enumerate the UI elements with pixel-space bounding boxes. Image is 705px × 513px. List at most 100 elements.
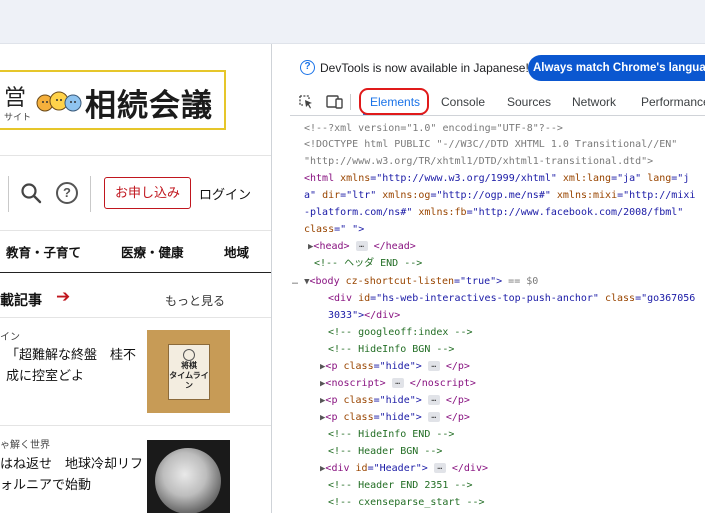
article-thumbnail[interactable]: 将棋 タイムライン [147,330,230,413]
apply-button[interactable]: お申し込み [104,177,191,209]
attr-name: dir [316,190,341,201]
crest-icon [183,349,195,361]
section-title[interactable]: 載記事 [0,290,42,310]
dom-node-html-cont: -platform.com/ns#" xmlns:fb="http://www.… [304,204,683,221]
tag-name: </p> [445,412,470,423]
dom-node-comment[interactable]: <!-- HideInfo BGN --> [328,341,454,358]
ellipsis-icon[interactable]: … [427,395,440,405]
dom-node-comment[interactable]: <!-- Header BGN --> [328,443,442,460]
attr-name: cz-shortcut-listen [339,276,454,287]
attr-name: id [352,293,371,304]
attr-name: class [337,361,374,372]
attr-value: -platform.com/ns#" [304,207,413,218]
dom-node-body[interactable]: … ▼<body cz-shortcut-listen="true"> == $… [292,273,538,291]
dom-node-p[interactable]: ▶<p class="hide"> … </p> [320,409,470,427]
site-logo-banner[interactable]: 営 サイト 相続会議 [0,70,226,130]
tag-name: <p [325,395,338,406]
attr-name: class [598,293,636,304]
row-menu-icon[interactable]: … [292,276,298,287]
attr-value: ="ltr" [340,190,377,201]
attr-name: class [304,224,335,235]
attr-value: 3033"> [328,310,365,321]
attr-value: =" "> [334,224,365,235]
dom-node-html-cont: class=" "> [304,221,364,238]
article-headline[interactable]: 「超難解な終盤 桂不成に控室どよ [6,344,146,386]
ellipsis-icon[interactable]: … [433,463,446,473]
dom-node-comment[interactable]: <!-- googleoff:index --> [328,324,473,341]
devtools-panel: ? DevTools is now available in Japanese!… [290,44,705,513]
dom-tree: <!--?xml version="1.0" encoding="UTF-8"?… [290,120,705,513]
tag-name: </noscript> [409,378,476,389]
tag-name: <div [328,293,353,304]
ellipsis-icon[interactable]: … [427,412,440,422]
dom-node-div[interactable]: ▶<div id="Header"> … </div> [320,460,488,478]
attr-value: ="http://www.w3.org/1999/xhtml" [370,173,557,184]
dom-node-div[interactable]: <div id="hs-web-interactives-top-push-an… [328,290,695,307]
attr-value: ="http://ogp.me/ns#" [430,190,551,201]
device-toolbar-icon[interactable] [326,94,343,109]
tag-name: </p> [445,395,470,406]
annotation-highlight [359,88,429,115]
dom-node-comment[interactable]: <!-- HideInfo END --> [328,426,454,443]
attr-value: ="ja" [611,173,642,184]
search-icon[interactable] [20,182,42,204]
attr-value: ="http://www.facebook.com/2008/fbml" [466,207,684,218]
more-link[interactable]: もっと見る [165,292,225,309]
attr-name: xmlns:mixi [550,190,618,201]
devtools-resize-gutter[interactable] [272,44,290,513]
arrow-right-icon[interactable]: ➔ [56,287,70,307]
logo-fragment: 営 [4,86,27,111]
attr-value: ="j [671,173,690,184]
login-link[interactable]: ログイン [199,184,251,203]
tag-name: <head> [313,241,350,252]
divider [90,176,91,212]
tag-name: </p> [445,361,470,372]
category-nav: 教育・子育て 医療・健康 地域 [0,238,271,268]
globe-image [155,448,221,513]
article-category: ゃ解く世界 [0,440,50,451]
match-language-button[interactable]: Always match Chrome's language [528,55,705,81]
attr-name: class [337,395,374,406]
divider [0,317,271,318]
inspect-element-icon[interactable] [299,95,314,109]
logo-title: 相続会議 [85,88,213,124]
dom-node-comment[interactable]: <!-- Header END 2351 --> [328,477,473,494]
ellipsis-icon[interactable]: … [391,378,404,388]
thumbnail-caption: 将棋 タイムライン [169,361,209,390]
attr-name: class [337,412,374,423]
help-icon[interactable]: ? [56,182,78,204]
attr-name: xmlns:fb [412,207,467,218]
attr-name: lang [641,173,672,184]
dom-node-head[interactable]: ▶<head> … </head> [308,238,416,256]
tab-sources[interactable]: Sources [507,95,551,109]
article-headline[interactable]: はね返せ 地球冷却リフォルニアで始動 [0,453,146,495]
ellipsis-icon[interactable]: … [427,361,440,371]
divider [0,230,271,231]
attr-value: ="go367056 [635,293,696,304]
tab-console[interactable]: Console [441,95,485,109]
attr-name: xmlns:og [376,190,431,201]
dom-node-comment[interactable]: <!-- ヘッダ END --> [314,255,422,272]
attr-value: a" [304,190,317,201]
nav-item-region[interactable]: 地域 [224,242,249,261]
dom-node-p[interactable]: ▶<p class="hide"> … </p> [320,358,470,376]
dom-node-doctype[interactable]: <!DOCTYPE html PUBLIC "-//W3C//DTD XHTML… [304,136,677,153]
tag-name: <noscript> [325,378,386,389]
attr-value: ="hide"> [373,412,422,423]
tag-name: <body [309,276,340,287]
dom-node-p[interactable]: ▶<p class="hide"> … </p> [320,392,470,410]
dom-node-comment[interactable]: <!-- cxenseparse_start --> [328,494,485,511]
dom-node-html[interactable]: <html xmlns="http://www.w3.org/1999/xhtm… [304,170,689,187]
divider [350,94,351,110]
dom-node-noscript[interactable]: ▶<noscript> … </noscript> [320,375,476,393]
tag-name: <p [325,361,338,372]
tab-performance[interactable]: Performance [641,95,705,109]
dom-node-comment[interactable]: <!--?xml version="1.0" encoding="UTF-8"?… [304,120,563,137]
article-category: イン [0,332,20,343]
article-thumbnail[interactable] [147,440,230,513]
nav-item-education[interactable]: 教育・子育て [6,242,81,261]
nav-item-medical[interactable]: 医療・健康 [121,242,184,261]
tab-network[interactable]: Network [572,95,616,109]
attr-name: xml:lang [556,173,612,184]
ellipsis-icon[interactable]: … [355,241,368,251]
